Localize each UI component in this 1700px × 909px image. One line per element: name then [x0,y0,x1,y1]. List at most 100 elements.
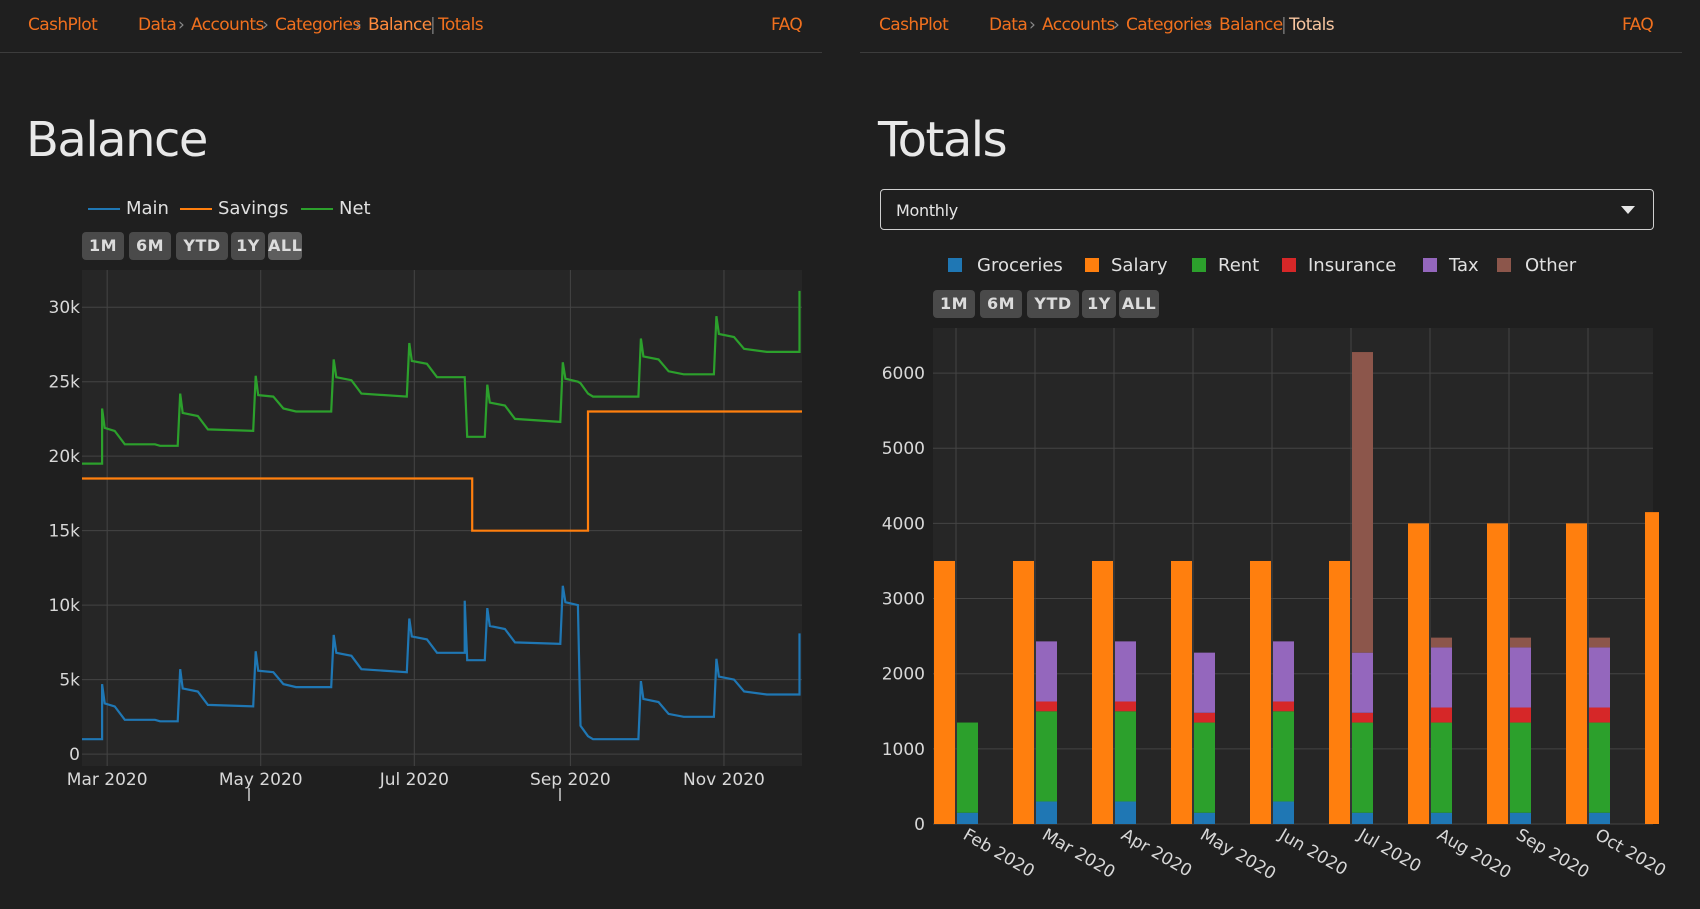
bar-groceries[interactable] [957,812,978,824]
bar-tax[interactable] [1431,647,1452,708]
range-6m-button[interactable]: 6M [980,290,1022,318]
y-tick-label: 0 [69,745,80,765]
bar-insurance[interactable] [1273,701,1294,712]
bar-insurance[interactable] [1115,701,1136,712]
range-all-button[interactable]: ALL [268,232,302,260]
bar-rent[interactable] [1194,722,1215,813]
legend-label: Savings [218,198,289,219]
nav-balance-link[interactable]: Balance [368,15,432,35]
bar-groceries[interactable] [1510,812,1531,824]
faq-link[interactable]: FAQ [1622,15,1654,35]
legend-item-rent[interactable]: Rent [1192,253,1272,277]
legend-item-main[interactable]: Main [88,196,180,220]
bar-rent[interactable] [1036,711,1057,802]
bar-groceries[interactable] [1194,812,1215,824]
breadcrumb-separator: › [355,15,362,35]
bar-other[interactable] [1352,352,1373,653]
bar-groceries[interactable] [1273,801,1294,824]
legend-item-tax[interactable]: Tax [1423,253,1493,277]
bar-salary[interactable] [1487,523,1508,824]
bar-rent[interactable] [1589,722,1610,813]
plot-background [82,270,802,766]
legend-item-other[interactable]: Other [1497,253,1587,277]
bar-rent[interactable] [1431,722,1452,813]
range-ytd-button[interactable]: YTD [1027,290,1079,318]
period-dropdown[interactable]: Monthly [880,189,1654,230]
breadcrumb-separator: › [1029,15,1036,35]
bar-salary[interactable] [1329,560,1350,824]
range-selector: 1M 6M YTD 1Y ALL [933,290,1163,318]
nav-categories-link[interactable]: Categories [275,15,361,35]
bar-salary[interactable] [1171,560,1192,824]
nav-accounts-link[interactable]: Accounts [1042,15,1115,35]
bar-salary[interactable] [934,560,955,824]
bar-insurance[interactable] [1194,712,1215,723]
bar-salary[interactable] [1408,523,1429,824]
bar-insurance[interactable] [1036,701,1057,712]
y-tick-label: 1000 [882,740,925,760]
bar-groceries[interactable] [1352,812,1373,824]
y-tick-label: 2000 [882,665,925,685]
faq-link[interactable]: FAQ [771,15,803,35]
range-ytd-button[interactable]: YTD [176,232,228,260]
grid [82,270,802,766]
x-tick-label: Sep 2020 [530,770,611,790]
y-tick-label: 25k [49,373,81,393]
range-all-button[interactable]: ALL [1119,290,1159,318]
bar-groceries[interactable] [1115,801,1136,824]
brand-link[interactable]: CashPlot [879,15,949,35]
legend-label: Other [1525,255,1577,276]
range-1y-button[interactable]: 1Y [1082,290,1116,318]
bar-rent[interactable] [1352,722,1373,813]
totals-panel: CashPlot Data › Accounts › Categories › … [860,0,1682,909]
bar-salary[interactable] [1566,523,1587,824]
bar-other[interactable] [1431,637,1452,648]
legend-item-groceries[interactable]: Groceries [948,253,1068,277]
nav-accounts-link[interactable]: Accounts [191,15,264,35]
legend-item-insurance[interactable]: Insurance [1282,253,1402,277]
bar-insurance[interactable] [1589,707,1610,723]
nav-totals-link[interactable]: Totals [438,15,484,35]
legend-item-salary[interactable]: Salary [1085,253,1185,277]
bar-tax[interactable] [1273,641,1294,702]
bar-tax[interactable] [1194,652,1215,713]
y-tick-label: 6000 [882,364,925,384]
bar-insurance[interactable] [1510,707,1531,723]
bar-groceries[interactable] [1431,812,1452,824]
legend-item-savings[interactable]: Savings [180,196,300,220]
bar-groceries[interactable] [1036,801,1057,824]
bar-rent[interactable] [1273,711,1294,802]
nav-categories-link[interactable]: Categories [1126,15,1212,35]
bar-salary[interactable] [1645,512,1659,824]
bar-salary[interactable] [1092,560,1113,824]
y-tick-label: 5000 [882,439,925,459]
bar-rent[interactable] [1115,711,1136,802]
bar-insurance[interactable] [1431,707,1452,723]
legend-item-net[interactable]: Net [301,196,381,220]
nav-totals-link[interactable]: Totals [1289,15,1335,35]
bar-groceries[interactable] [1589,812,1610,824]
bar-rent[interactable] [957,722,978,813]
range-6m-button[interactable]: 6M [129,232,171,260]
bar-tax[interactable] [1036,641,1057,702]
y-tick-label: 4000 [882,514,925,534]
dropdown-value: Monthly [896,201,958,220]
bar-tax[interactable] [1589,647,1610,708]
brand-link[interactable]: CashPlot [28,15,98,35]
bar-salary[interactable] [1013,560,1034,824]
nav-balance-link[interactable]: Balance [1219,15,1283,35]
legend-swatch [1282,258,1296,272]
bar-rent[interactable] [1510,722,1531,813]
bar-tax[interactable] [1352,652,1373,713]
bar-tax[interactable] [1510,647,1531,708]
range-1m-button[interactable]: 1M [82,232,124,260]
nav-data-link[interactable]: Data [138,15,177,35]
range-1y-button[interactable]: 1Y [231,232,265,260]
nav-data-link[interactable]: Data [989,15,1028,35]
range-1m-button[interactable]: 1M [933,290,975,318]
bar-insurance[interactable] [1352,712,1373,723]
bar-other[interactable] [1589,637,1610,648]
bar-other[interactable] [1510,637,1531,648]
bar-tax[interactable] [1115,641,1136,702]
bar-salary[interactable] [1250,560,1271,824]
